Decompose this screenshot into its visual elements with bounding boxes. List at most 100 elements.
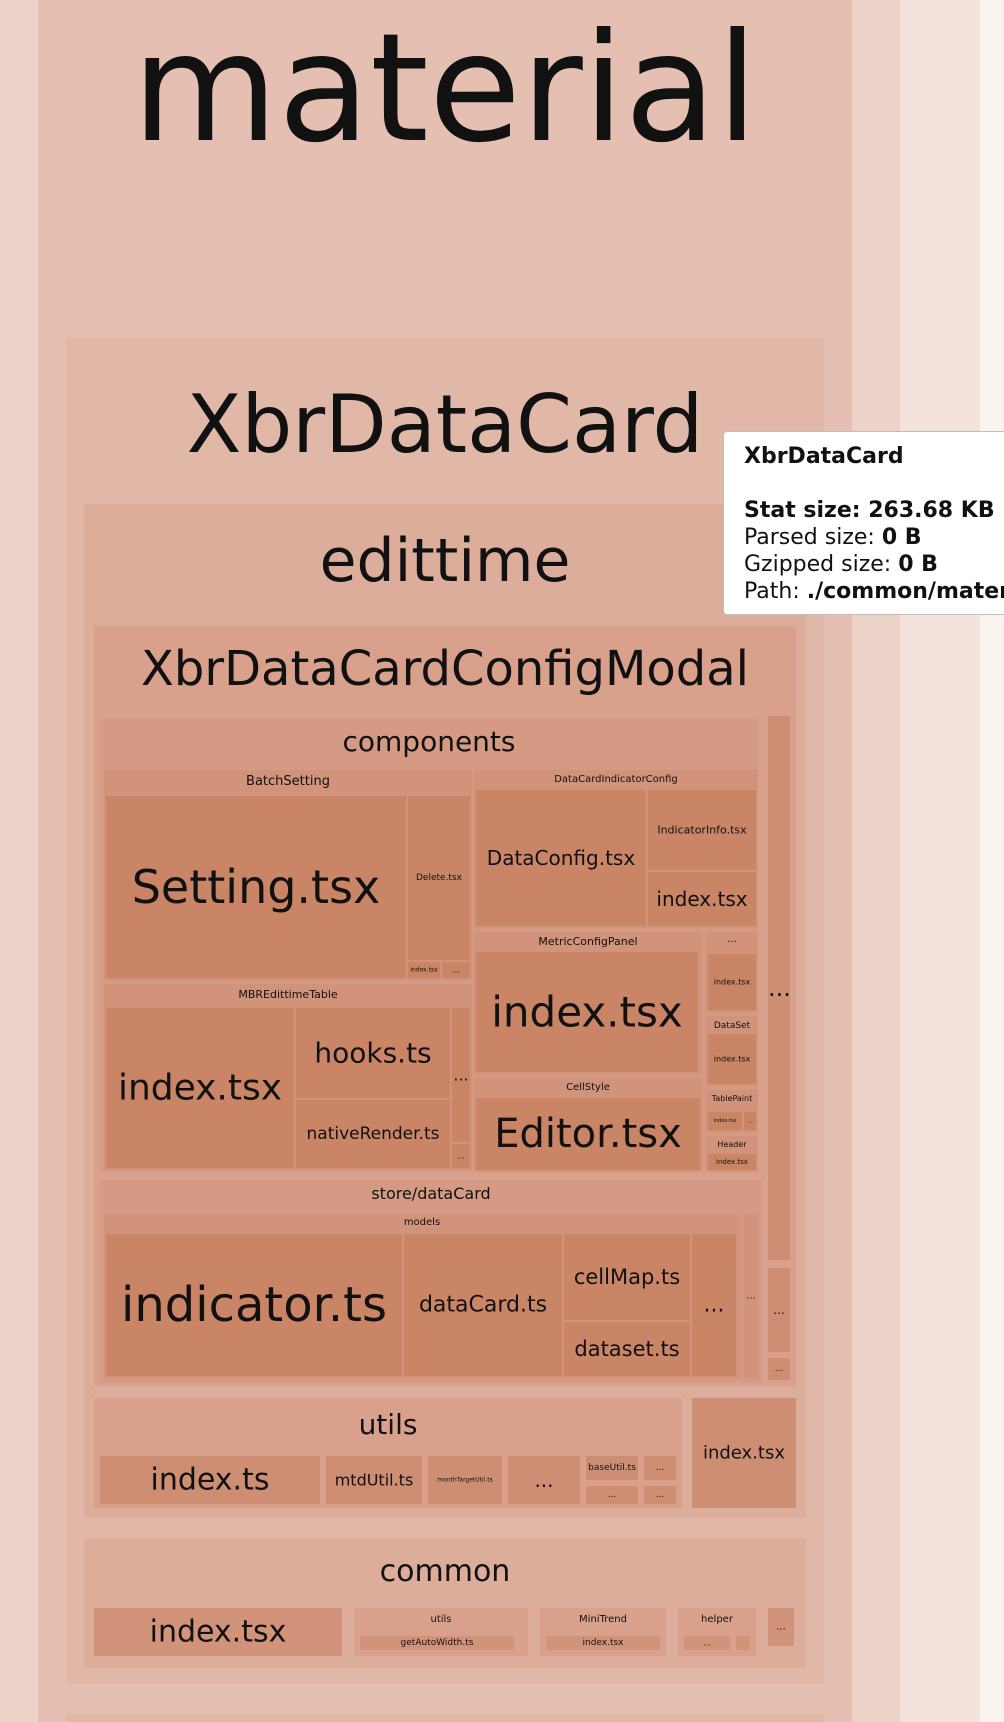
- treemap-leaf-mtdutil[interactable]: mtdUtil.ts: [326, 1456, 422, 1504]
- node-label-material: material: [131, 2, 759, 176]
- node-label-tablepaint: TablePaint: [711, 1094, 753, 1103]
- treemap-leaf-monthtargetutil[interactable]: monthTargetUtil.ts: [428, 1456, 502, 1504]
- leaf-label-common-index: index.tsx: [149, 1614, 287, 1650]
- leaf-label-getautowidth: getAutoWidth.ts: [400, 1638, 474, 1648]
- treemap-leaf-utils-more-a[interactable]: ...: [586, 1486, 638, 1504]
- leaf-label-dataconfig: DataConfig.tsx: [486, 846, 636, 870]
- treemap-node-store-more-small[interactable]: ...: [744, 1214, 758, 1378]
- treemap-leaf-utils-more[interactable]: ...: [508, 1456, 580, 1504]
- treemap-leaf-getautowidth[interactable]: getAutoWidth.ts: [360, 1636, 514, 1650]
- tooltip-parsed-size: Parsed size: 0 B: [744, 524, 1004, 551]
- leaf-label-edittime-index: index.tsx: [702, 1442, 786, 1464]
- leaf-label-utils-index: index.ts: [150, 1462, 270, 1498]
- node-label-right-more2: ...: [773, 1303, 785, 1317]
- treemap-leaf-baseutil[interactable]: baseUtil.ts: [586, 1456, 638, 1480]
- leaf-label-dataset-ts: dataset.ts: [574, 1337, 680, 1361]
- treemap-node-right-more2[interactable]: ...: [768, 1268, 790, 1352]
- treemap-leaf-datacard-ts[interactable]: dataCard.ts: [404, 1234, 562, 1376]
- treemap-leaf-common-index[interactable]: index.tsx: [94, 1608, 342, 1656]
- leaf-label-indicator-index: index.tsx: [656, 887, 748, 911]
- treemap-leaf-delete[interactable]: Delete.tsx: [408, 796, 470, 960]
- treemap-leaf-common-more[interactable]: ...: [768, 1608, 794, 1646]
- leaf-label-helper-more: ...: [703, 1638, 711, 1648]
- tooltip-title: XbrDataCard: [744, 444, 904, 469]
- node-label-side-more: ...: [727, 934, 737, 945]
- tooltip-parsed-value: 0 B: [881, 525, 922, 550]
- leaf-label-batch-index: index.tsx: [410, 966, 438, 974]
- node-label-right-more3: ...: [774, 1364, 784, 1374]
- node-label-common: common: [379, 1554, 511, 1589]
- node-label-store: store/dataCard: [371, 1184, 491, 1203]
- tooltip-stat-value: 263.68 KB: [868, 498, 995, 523]
- node-label-utils: utils: [358, 1408, 418, 1441]
- node-label-models: models: [403, 1217, 441, 1228]
- treemap-leaf-indicator-index[interactable]: index.tsx: [648, 872, 756, 926]
- tooltip-gzip-size: Gzipped size: 0 B: [744, 551, 1004, 578]
- leaf-label-side-index: index.tsx: [713, 977, 751, 987]
- tooltip-gzip-label: Gzipped size:: [744, 552, 892, 577]
- treemap-leaf-minitrend-index[interactable]: index.tsx: [546, 1636, 660, 1650]
- treemap-leaf-utils-more-c[interactable]: ...: [644, 1486, 676, 1504]
- treemap-leaf-tablepaint-more[interactable]: ...: [744, 1112, 756, 1130]
- treemap-leaf-mbr-more-small[interactable]: ...: [452, 1144, 470, 1168]
- node-label-common-utils: utils: [430, 1614, 452, 1625]
- leaf-label-indicatorinfo: IndicatorInfo.tsx: [657, 823, 747, 837]
- node-label-metric-panel: MetricConfigPanel: [538, 935, 638, 948]
- leaf-label-batch-more: ...: [452, 965, 460, 975]
- treemap-leaf-batch-index[interactable]: index.tsx: [408, 962, 440, 978]
- treemap-leaf-dataset-ts[interactable]: dataset.ts: [564, 1322, 690, 1376]
- leaf-label-dataset-index: index.tsx: [713, 1054, 751, 1064]
- leaf-label-metric-index: index.tsx: [491, 987, 683, 1037]
- node-label-right-more: ...: [768, 974, 790, 1002]
- treemap-leaf-helper-more[interactable]: ...: [684, 1636, 730, 1650]
- leaf-label-editor: Editor.tsx: [494, 1111, 682, 1157]
- leaf-label-tablepaint-index: index.tsx: [713, 1118, 737, 1124]
- treemap-leaf-indicator-ts[interactable]: indicator.ts: [106, 1234, 402, 1376]
- leaf-label-header-index: index.tsx: [716, 1158, 748, 1166]
- tooltip-stat-size: Stat size: 263.68 KB: [744, 497, 1004, 524]
- leaf-label-minitrend-index: index.tsx: [582, 1638, 624, 1648]
- tooltip-parsed-label: Parsed size:: [744, 525, 875, 550]
- treemap-node-right-more3[interactable]: ...: [768, 1358, 790, 1380]
- treemap-node-next-sibling[interactable]: [66, 1714, 824, 1722]
- treemap-leaf-mbr-index[interactable]: index.tsx: [106, 1008, 294, 1168]
- leaf-label-utils-more-a: ...: [607, 1490, 617, 1500]
- treemap-leaf-utils-more-b[interactable]: ...: [644, 1456, 676, 1480]
- leaf-label-utils-more-c: ...: [655, 1490, 665, 1500]
- treemap-leaf-metric-index[interactable]: index.tsx: [476, 952, 698, 1072]
- leaf-label-mbr-index: index.tsx: [117, 1067, 283, 1109]
- leaf-label-cellmap-ts: cellMap.ts: [573, 1265, 681, 1289]
- treemap-leaf-dataset-index[interactable]: index.tsx: [708, 1034, 756, 1084]
- treemap-leaf-batch-more[interactable]: ...: [442, 962, 470, 978]
- treemap-leaf-editor[interactable]: Editor.tsx: [476, 1098, 700, 1170]
- leaf-label-monthtargetutil: monthTargetUtil.ts: [437, 1476, 493, 1484]
- treemap-leaf-indicatorinfo[interactable]: IndicatorInfo.tsx: [648, 790, 756, 870]
- node-label-config-modal: XbrDataCardConfigModal: [141, 641, 749, 697]
- leaf-label-mbr-more: ...: [453, 1065, 469, 1085]
- leaf-label-datacard-ts: dataCard.ts: [418, 1292, 548, 1318]
- treemap-node-right-more[interactable]: ...: [768, 716, 790, 1260]
- treemap-leaf-mbr-more[interactable]: ...: [452, 1008, 470, 1142]
- treemap-leaf-utils-index[interactable]: index.ts: [100, 1456, 320, 1504]
- treemap-leaf-side-index[interactable]: index.tsx: [708, 954, 756, 1010]
- leaf-label-baseutil: baseUtil.ts: [588, 1463, 636, 1473]
- treemap-leaf-native-render[interactable]: nativeRender.ts: [296, 1100, 450, 1168]
- node-label-batchsetting: BatchSetting: [246, 774, 330, 789]
- treemap-leaf-cellmap-ts[interactable]: cellMap.ts: [564, 1234, 690, 1320]
- treemap-leaf-tablepaint-index[interactable]: index.tsx: [708, 1112, 742, 1130]
- treemap-leaf-setting[interactable]: Setting.tsx: [106, 796, 406, 978]
- treemap-leaf-store-more[interactable]: ...: [692, 1234, 736, 1376]
- tooltip-path: Path: ./common/material/XbrDataCard: [744, 578, 1004, 605]
- treemap-leaf-hooks[interactable]: hooks.ts: [296, 1008, 450, 1098]
- treemap-leaf-header-index[interactable]: index.tsx: [708, 1154, 756, 1170]
- treemap-leaf-edittime-index[interactable]: index.tsx: [692, 1398, 796, 1508]
- node-label-dataset: DataSet: [713, 1021, 751, 1031]
- leaf-label-mbr-more-small: ...: [457, 1151, 465, 1161]
- treemap-leaf-dataconfig[interactable]: DataConfig.tsx: [476, 790, 646, 926]
- size-tooltip: XbrDataCard Stat size: 263.68 KB Parsed …: [723, 431, 1004, 615]
- node-label-mbr-table: MBREdittimeTable: [238, 988, 338, 1001]
- node-label-minitrend: MiniTrend: [579, 1614, 627, 1625]
- leaf-label-delete: Delete.tsx: [416, 873, 462, 883]
- treemap-leaf-helper-tiny[interactable]: [736, 1636, 750, 1650]
- leaf-label-hooks: hooks.ts: [314, 1036, 432, 1070]
